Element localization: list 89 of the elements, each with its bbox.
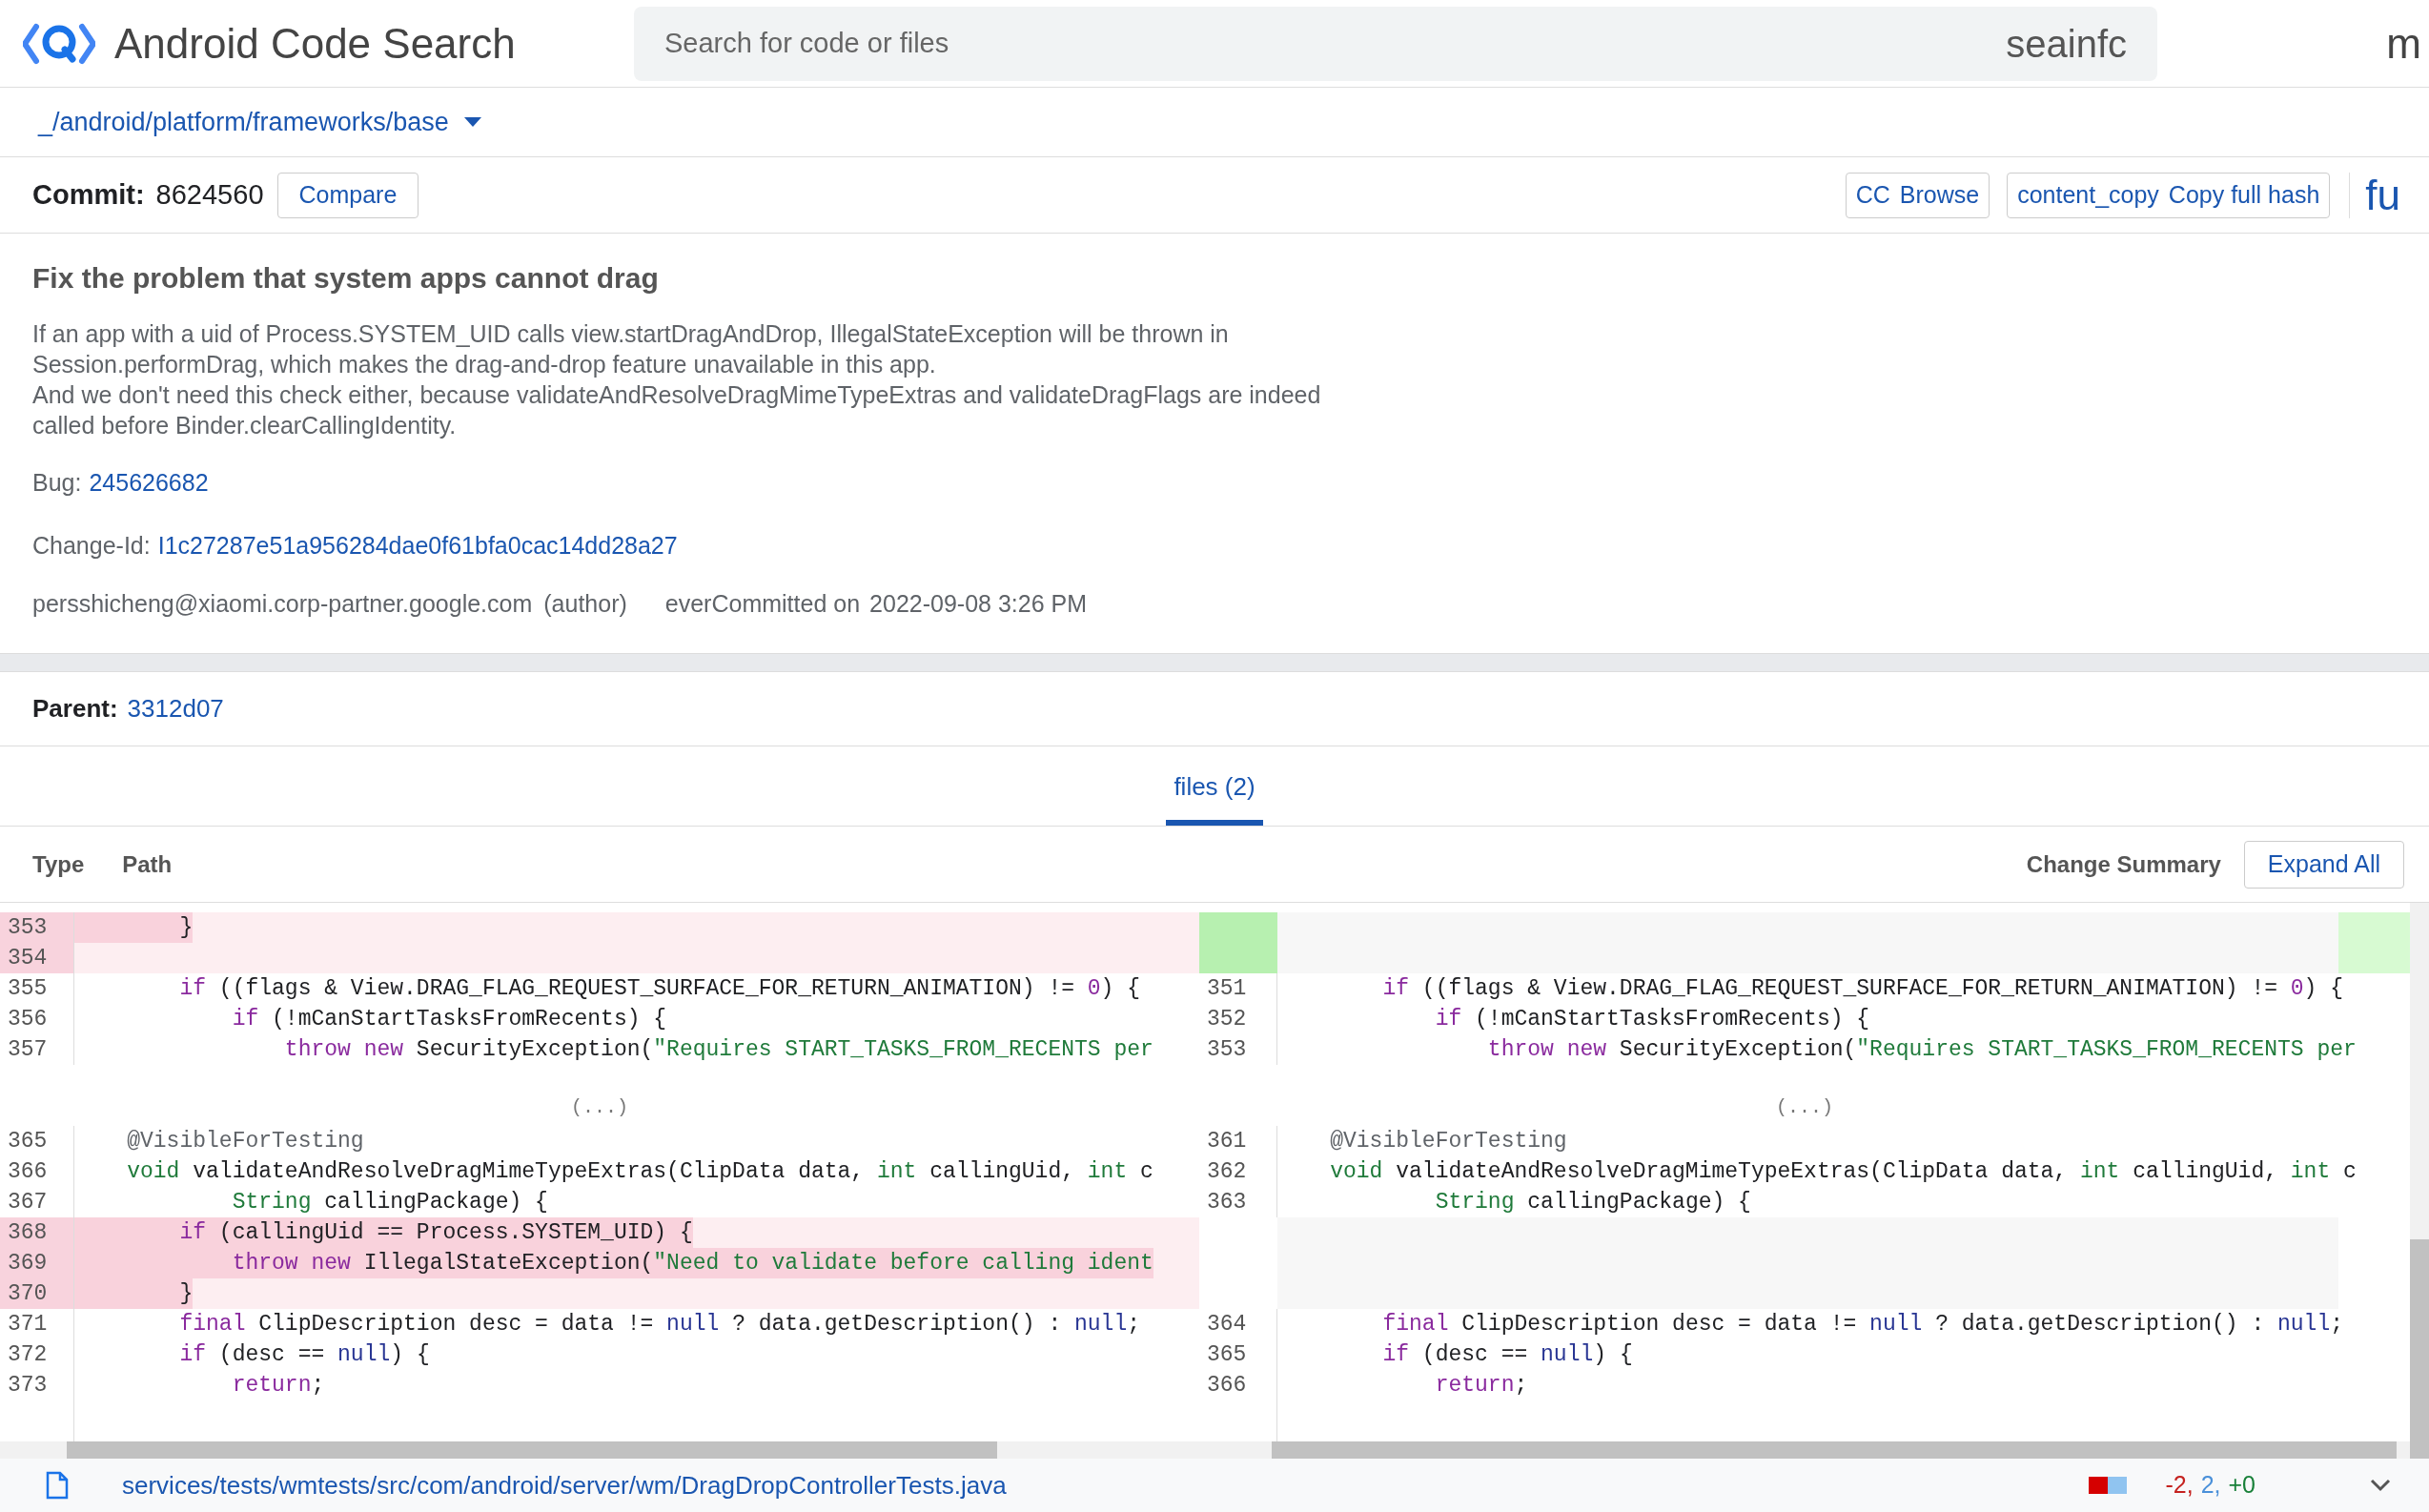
commit-hash: 8624560 <box>155 177 264 212</box>
change-id-link[interactable]: I1c27287e51a956284dae0f61bfa0cac14dd28a27 <box>157 527 678 563</box>
line-number: 353 <box>8 913 48 942</box>
search-field[interactable]: Search for code or files seainfc <box>634 6 2157 81</box>
line-number: 371 <box>8 1310 48 1338</box>
bug-link[interactable]: 245626682 <box>89 465 209 501</box>
code-line: @VisibleForTesting <box>126 1128 364 1155</box>
committed-label: Committed on <box>711 589 861 619</box>
code-line: return; <box>231 1372 325 1400</box>
line-number: 362 <box>1207 1157 1247 1186</box>
code-line: String callingPackage) { <box>231 1189 548 1216</box>
line-number: 354 <box>8 944 48 972</box>
cut-text: m <box>2386 18 2421 69</box>
search-text: seainfc <box>2006 21 2127 67</box>
tab[interactable]: files (2) <box>1166 746 1263 826</box>
change-bar-icon <box>2089 1477 2128 1494</box>
scrollbar-thumb[interactable] <box>2410 1239 2429 1459</box>
code-line: if (!mCanStartTasksFromRecents) { <box>1434 1006 1870 1033</box>
line-number: 366 <box>8 1157 48 1186</box>
author-role: (author) <box>543 589 627 619</box>
commit-message-line: Session.performDrag, which makes the drag-and-drop feature unavailable in this app. <box>32 350 937 379</box>
line-number: 363 <box>1207 1188 1247 1216</box>
line-number: 356 <box>8 1005 48 1033</box>
commit-message-line: If an app with a uid of Process.SYSTEM_UID calls view.startDragAndDrop, IllegalStateException will be thrown in <box>32 319 1230 349</box>
commit-message-line: And we don't need this check either, because validateAndResolveDragMimeTypeExtras and validateDragFlags are indeed <box>32 380 1322 410</box>
line-number: 357 <box>8 1035 48 1064</box>
collapsed-lines-expander[interactable]: (...) <box>571 1093 628 1122</box>
line-number: 368 <box>8 1218 48 1247</box>
code-line: @VisibleForTesting <box>1329 1128 1567 1155</box>
code-line: if (desc == null) { <box>1381 1341 1633 1369</box>
column-header: Type <box>32 849 85 879</box>
code-line: return; <box>1434 1372 1528 1400</box>
horizontal-scrollbar[interactable] <box>0 1441 1199 1459</box>
line-number: 370 <box>8 1279 48 1308</box>
cut-text: fu <box>2365 170 2400 220</box>
dropdown-caret-icon[interactable] <box>463 117 481 127</box>
line-number: 364 <box>1207 1310 1247 1338</box>
commit-label: Commit: <box>32 177 145 212</box>
collapsed-lines-expander[interactable]: (...) <box>1776 1093 1833 1122</box>
code-line: void validateAndResolveDragMimeTypeExtras(ClipData data, int callingUid, int c <box>1329 1158 2357 1186</box>
change-count: 2, <box>2200 1470 2221 1501</box>
vertical-scrollbar[interactable] <box>2410 903 2429 1459</box>
line-number: 367 <box>8 1188 48 1216</box>
app-title: Android Code Search <box>114 18 517 69</box>
commit-message-line: called before Binder.clearCallingIdentity. <box>32 411 458 440</box>
change-summary-label: Change Summary <box>2026 849 2221 879</box>
change-id-label: Change-Id: <box>32 530 151 561</box>
chevron-down-icon[interactable] <box>2370 1479 2391 1492</box>
toolbar-button[interactable]: CC Browse <box>1845 172 1990 218</box>
change-count: -2, <box>2165 1470 2194 1501</box>
line-number: 361 <box>1207 1127 1247 1155</box>
parent-label: Parent: <box>32 693 118 725</box>
line-number: 372 <box>8 1340 48 1369</box>
line-number: 355 <box>8 974 48 1003</box>
file-path-link[interactable]: services/tests/wmtests/src/com/android/server/wm/DragDropControllerTests.java <box>122 1466 1007 1504</box>
commit-date: 2022-09-08 3:26 PM <box>869 589 1087 619</box>
author-email: shicheng@xiaomi.corp-partner.google.com <box>78 589 533 619</box>
repository-path-link[interactable]: _/android/platform/frameworks/base <box>38 102 449 142</box>
code-line: final ClipDescription desc = data != null ? data.getDescription() : null; <box>1381 1311 2344 1338</box>
code-line: if (desc == null) { <box>178 1341 430 1369</box>
line-number: 353 <box>1207 1035 1247 1064</box>
code-line: void validateAndResolveDragMimeTypeExtras(ClipData data, int callingUid, int c <box>126 1158 1153 1186</box>
file-icon <box>46 1471 69 1500</box>
bug-label: Bug: <box>32 468 82 498</box>
code-line: if ((flags & View.DRAG_FLAG_REQUEST_SURFACE_FOR_RETURN_ANIMATION) != 0) { <box>178 975 1141 1003</box>
code-line: if (!mCanStartTasksFromRecents) { <box>231 1006 667 1033</box>
line-number: 352 <box>1207 1005 1247 1033</box>
cut-text: pers <box>32 589 79 619</box>
code-line: String callingPackage) { <box>1434 1189 1751 1216</box>
parent-link[interactable]: 3312d07 <box>127 690 224 727</box>
line-number: 369 <box>8 1249 48 1277</box>
code-line: throw new SecurityException("Requires START_TASKS_FROM_RECENTS per <box>1486 1036 2357 1064</box>
commit-title: Fix the problem that system apps cannot drag <box>32 261 660 296</box>
expand-all-button[interactable]: Expand All <box>2243 840 2404 889</box>
line-number: 373 <box>8 1371 48 1400</box>
code-line: if ((flags & View.DRAG_FLAG_REQUEST_SURFACE_FOR_RETURN_ANIMATION) != 0) { <box>1381 975 2344 1003</box>
cut-text: ever <box>664 589 712 619</box>
line-number: 365 <box>8 1127 48 1155</box>
scrollbar-thumb[interactable] <box>67 1441 997 1459</box>
toolbar-button[interactable]: content_copy Copy full hash <box>2007 172 2331 218</box>
code-line: final ClipDescription desc = data != null ? data.getDescription() : null; <box>178 1311 1141 1338</box>
line-number: 365 <box>1207 1340 1247 1369</box>
column-header: Path <box>122 849 173 879</box>
line-number: 366 <box>1207 1371 1247 1400</box>
compare-button[interactable]: Compare <box>276 172 419 218</box>
search-input[interactable]: Search for code or files <box>664 22 1332 65</box>
change-count: +0 <box>2228 1470 2256 1501</box>
line-number: 351 <box>1207 974 1247 1003</box>
code-line: throw new SecurityException("Requires START_TASKS_FROM_RECENTS per <box>283 1036 1153 1064</box>
